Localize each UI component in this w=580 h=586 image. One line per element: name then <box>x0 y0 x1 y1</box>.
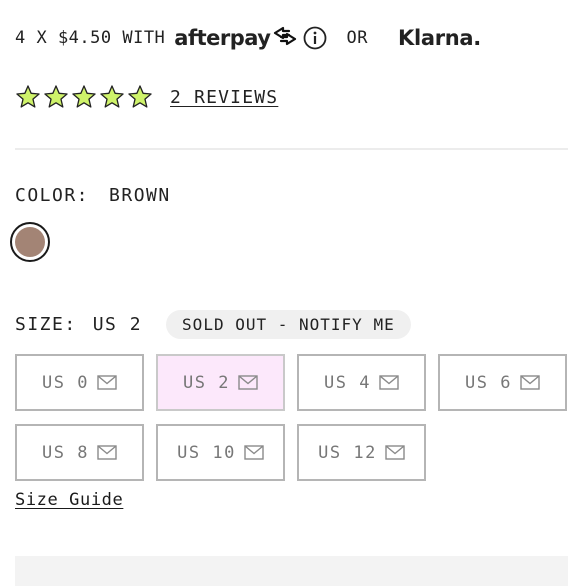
size-option-label: US 4 <box>324 372 371 393</box>
size-option-us-12[interactable]: US 12 <box>297 424 426 481</box>
envelope-icon <box>385 445 405 460</box>
size-label: SIZE: <box>15 313 77 335</box>
star-icon <box>43 84 69 110</box>
size-option-label: US 8 <box>42 442 89 463</box>
color-selector-label: COLOR: BROWN <box>15 185 171 206</box>
size-selected-value: US 2 <box>92 313 143 335</box>
info-icon[interactable] <box>303 26 327 50</box>
size-option-label: US 6 <box>465 372 512 393</box>
envelope-icon <box>97 445 117 460</box>
size-option-label: US 10 <box>177 442 236 463</box>
envelope-icon <box>244 445 264 460</box>
installment-text: 4 X $4.50 WITH <box>15 28 166 48</box>
size-option-us-0[interactable]: US 0 <box>15 354 144 411</box>
size-option-us-2[interactable]: US 2 <box>156 354 285 411</box>
envelope-icon <box>379 375 399 390</box>
bottom-panel <box>15 556 568 586</box>
star-icon <box>127 84 153 110</box>
envelope-icon <box>97 375 117 390</box>
size-guide-link[interactable]: Size Guide <box>15 490 123 510</box>
size-option-label: US 0 <box>42 372 89 393</box>
star-icon <box>71 84 97 110</box>
size-option-us-4[interactable]: US 4 <box>297 354 426 411</box>
or-text: OR <box>346 28 368 48</box>
afterpay-logo: afterpay <box>174 26 271 50</box>
swatch-fill <box>15 227 45 257</box>
star-icon <box>99 84 125 110</box>
size-option-label: US 12 <box>318 442 377 463</box>
size-option-us-8[interactable]: US 8 <box>15 424 144 481</box>
klarna-logo: Klarna. <box>397 26 481 50</box>
reviews-link[interactable]: 2 REVIEWS <box>170 87 278 108</box>
star-icon <box>15 84 41 110</box>
color-value: BROWN <box>109 185 171 206</box>
size-option-us-10[interactable]: US 10 <box>156 424 285 481</box>
sold-out-notify-badge[interactable]: SOLD OUT - NOTIFY ME <box>166 309 411 339</box>
color-swatch-brown[interactable] <box>10 222 50 262</box>
star-rating: 2 REVIEWS <box>15 82 278 112</box>
size-option-label: US 2 <box>183 372 230 393</box>
payment-installments: 4 X $4.50 WITH afterpay OR Klarna. <box>15 22 481 54</box>
envelope-icon <box>238 375 258 390</box>
size-selector-label: SIZE: US 2 SOLD OUT - NOTIFY ME <box>15 308 411 340</box>
envelope-icon <box>520 375 540 390</box>
color-label: COLOR: <box>15 185 90 206</box>
afterpay-arrows-icon <box>272 25 298 52</box>
section-divider <box>15 148 568 150</box>
size-option-us-6[interactable]: US 6 <box>438 354 567 411</box>
